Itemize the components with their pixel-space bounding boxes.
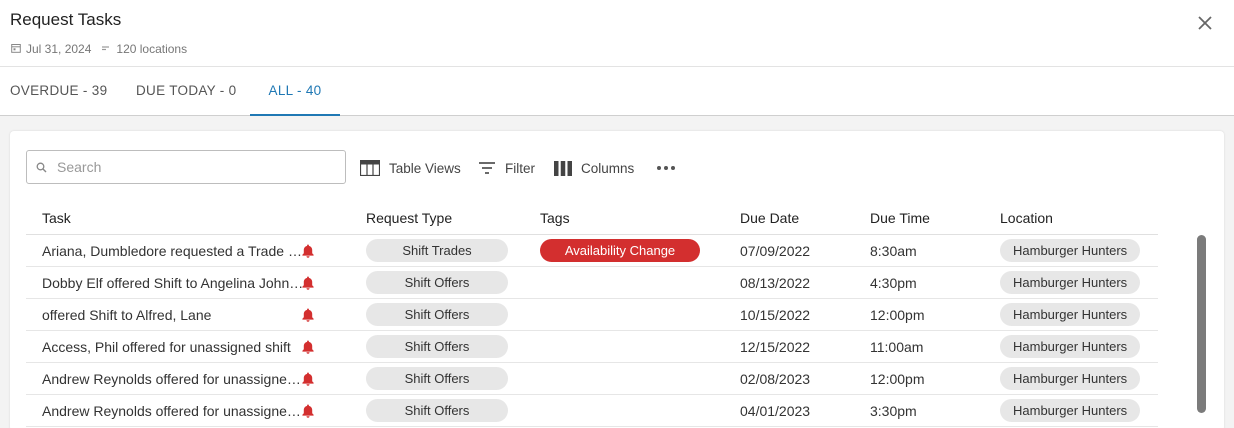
location-chip: Hamburger Hunters — [1000, 399, 1141, 422]
task-text: offered Shift to Alfred, Lane — [42, 306, 212, 323]
table-row[interactable]: Access, Phil offered for unassigned shif… — [26, 331, 1158, 363]
task-cell[interactable]: Ariana, Dumbledore requested a Trade wit… — [42, 235, 304, 266]
table-views-icon — [360, 160, 380, 176]
location-chip: Hamburger Hunters — [1000, 239, 1141, 262]
location-icon — [101, 42, 111, 56]
search-icon — [36, 162, 47, 173]
more-icon — [657, 166, 675, 170]
column-header-location[interactable]: Location — [1000, 202, 1053, 234]
header-meta: Jul 31, 2024 120 locations — [11, 42, 187, 56]
table-row[interactable]: offered Shift to Alfred, Lane Shift Offer… — [26, 299, 1158, 331]
location-chip: Hamburger Hunters — [1000, 367, 1141, 390]
tags-cell: Availability Change — [540, 235, 700, 266]
more-options-button[interactable] — [656, 159, 685, 177]
task-text: Dobby Elf offered Shift to Angelina John… — [42, 274, 304, 291]
columns-button[interactable]: Columns — [554, 159, 634, 177]
location-cell: Hamburger Hunters — [1000, 267, 1141, 298]
due-time-cell: 8:30am — [870, 242, 917, 259]
due-time-cell: 3:30pm — [870, 402, 917, 419]
request-type-cell: Shift Offers — [366, 363, 508, 394]
tab-bar: OVERDUE - 39 DUE TODAY - 0 ALL - 40 — [0, 66, 1234, 116]
search-input[interactable] — [57, 152, 337, 182]
tab-due-today[interactable]: DUE TODAY - 0 — [136, 67, 236, 116]
task-cell[interactable]: Andrew Reynolds offered for unassigned s… — [42, 363, 304, 394]
column-header-due-date[interactable]: Due Date — [740, 202, 799, 234]
bell-alert-icon — [300, 275, 316, 291]
request-type-chip: Shift Offers — [366, 271, 508, 294]
request-type-cell: Shift Offers — [366, 267, 508, 298]
due-date-cell: 02/08/2023 — [740, 370, 811, 387]
task-cell[interactable]: Dobby Elf offered Shift to Angelina John… — [42, 267, 304, 298]
location-cell: Hamburger Hunters — [1000, 299, 1141, 330]
columns-label: Columns — [581, 160, 635, 176]
table-row[interactable]: Andrew Reynolds offered for unassigned s… — [26, 395, 1158, 427]
due-date-cell: 10/15/2022 — [740, 306, 811, 323]
table-row[interactable]: Dobby Elf offered Shift to Angelina John… — [26, 267, 1158, 299]
close-icon[interactable] — [1194, 12, 1216, 34]
due-date-cell: 12/15/2022 — [740, 338, 811, 355]
request-type-cell: Shift Offers — [366, 299, 508, 330]
request-type-chip: Shift Offers — [366, 367, 508, 390]
table-row[interactable]: Ariana, Dumbledore requested a Trade wit… — [26, 235, 1158, 267]
location-chip: Hamburger Hunters — [1000, 271, 1141, 294]
column-header-tags[interactable]: Tags — [540, 202, 570, 234]
location-chip: Hamburger Hunters — [1000, 303, 1141, 326]
dialog-header: Request Tasks Jul 31, 2024 120 locations — [0, 0, 1234, 66]
task-text: Access, Phil offered for unassigned shif… — [42, 338, 291, 355]
filter-button[interactable]: Filter — [478, 159, 535, 177]
request-type-chip: Shift Trades — [366, 239, 508, 262]
bell-alert-icon — [300, 403, 316, 419]
table-header: Task Request Type Tags Due Date Due Time… — [26, 202, 1158, 235]
due-time-cell: 12:00pm — [870, 306, 925, 323]
task-text: Andrew Reynolds offered for unassigned s… — [42, 370, 304, 387]
location-cell: Hamburger Hunters — [1000, 331, 1141, 362]
location-cell: Hamburger Hunters — [1000, 363, 1141, 394]
due-date-cell: 07/09/2022 — [740, 242, 811, 259]
header-date: Jul 31, 2024 — [26, 42, 92, 56]
bell-alert-icon — [300, 339, 316, 355]
bell-alert-icon — [300, 243, 316, 259]
location-cell: Hamburger Hunters — [1000, 395, 1141, 426]
task-text: Ariana, Dumbledore requested a Trade wit… — [42, 242, 304, 259]
location-chip: Hamburger Hunters — [1000, 335, 1141, 358]
request-type-cell: Shift Offers — [366, 331, 508, 362]
task-text: Andrew Reynolds offered for unassigned s… — [42, 402, 304, 419]
request-type-cell: Shift Trades — [366, 235, 508, 266]
bell-alert-icon — [300, 371, 316, 387]
scrollbar-thumb[interactable] — [1197, 235, 1206, 413]
location-cell: Hamburger Hunters — [1000, 235, 1141, 266]
task-cell[interactable]: offered Shift to Alfred, Lane — [42, 299, 211, 330]
tasks-card: Table Views Filter Columns Task Request … — [10, 131, 1224, 428]
request-type-chip: Shift Offers — [366, 399, 508, 422]
due-date-cell: 08/13/2022 — [740, 274, 811, 291]
tab-overdue[interactable]: OVERDUE - 39 — [10, 67, 107, 116]
bell-alert-icon — [300, 307, 316, 323]
request-type-chip: Shift Offers — [366, 335, 508, 358]
header-locations: 120 locations — [116, 42, 188, 56]
task-cell[interactable]: Access, Phil offered for unassigned shif… — [42, 331, 291, 362]
filter-label: Filter — [505, 160, 535, 176]
column-header-request-type[interactable]: Request Type — [366, 202, 452, 234]
column-header-due-time[interactable]: Due Time — [870, 202, 930, 234]
table-views-label: Table Views — [389, 160, 461, 176]
due-time-cell: 12:00pm — [870, 370, 925, 387]
tag-badge: Availability Change — [540, 239, 700, 262]
request-type-cell: Shift Offers — [366, 395, 508, 426]
due-date-cell: 04/01/2023 — [740, 402, 811, 419]
search-box — [26, 150, 346, 184]
columns-icon — [554, 160, 572, 176]
task-cell[interactable]: Andrew Reynolds offered for unassigned s… — [42, 395, 304, 426]
calendar-icon — [11, 42, 21, 56]
filter-icon — [479, 162, 495, 174]
request-type-chip: Shift Offers — [366, 303, 508, 326]
column-header-task[interactable]: Task — [42, 202, 71, 234]
page-title: Request Tasks — [10, 10, 122, 29]
table-views-button[interactable]: Table Views — [360, 159, 461, 177]
table-row[interactable]: Andrew Reynolds offered for unassigned s… — [26, 363, 1158, 395]
due-time-cell: 11:00am — [870, 338, 924, 355]
tab-all[interactable]: ALL - 40 — [250, 67, 340, 116]
due-time-cell: 4:30pm — [870, 274, 917, 291]
